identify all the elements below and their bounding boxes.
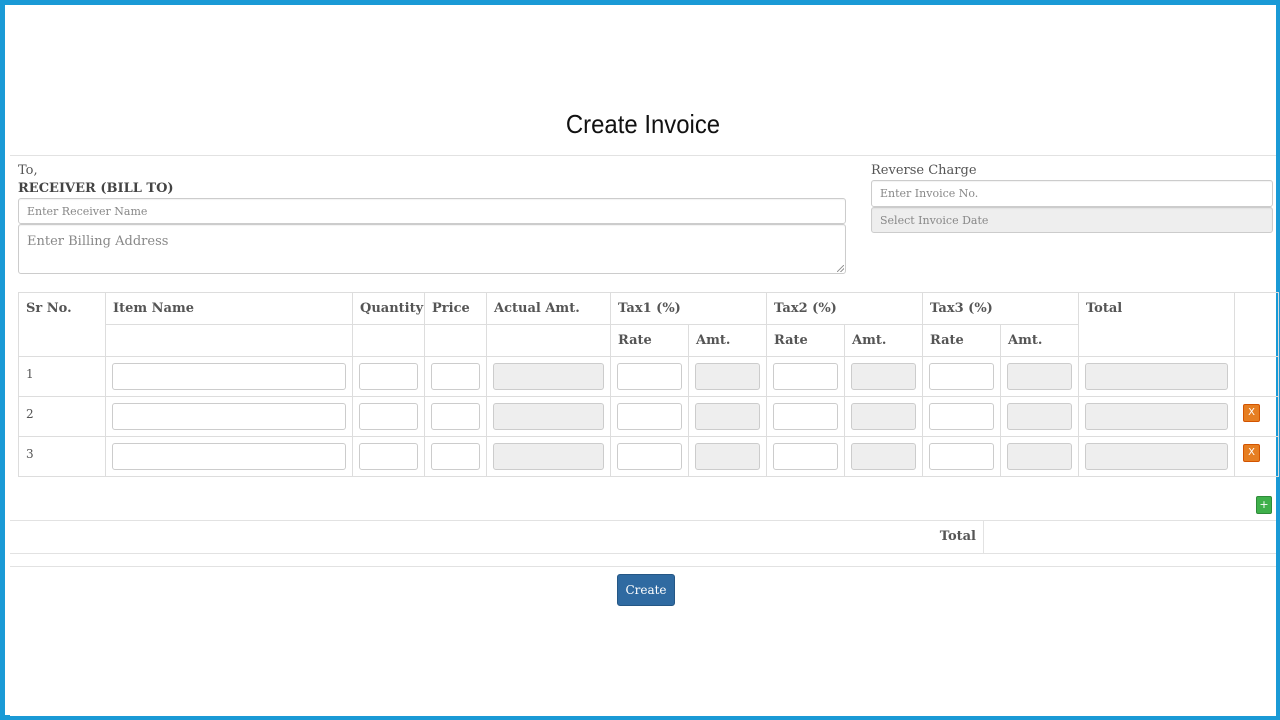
tax2-rate-input[interactable]: [773, 363, 838, 390]
row-sr-no: 3: [18, 436, 106, 477]
tax3-rate-input[interactable]: [929, 443, 994, 470]
receiver-name-input[interactable]: Enter Receiver Name: [18, 198, 846, 224]
delete-row-button[interactable]: X: [1243, 444, 1260, 462]
header-blank: [352, 324, 425, 357]
actual-amt-field: [493, 403, 604, 430]
page-title: Create Invoice: [565, 109, 721, 139]
resize-handle-icon[interactable]: [837, 265, 844, 272]
tax3-amt-field: [1007, 443, 1072, 470]
actual-amt-field: [493, 443, 604, 470]
price-input[interactable]: [431, 363, 480, 390]
quantity-input[interactable]: [359, 403, 418, 430]
table-row: 2 X: [18, 396, 1279, 437]
grand-total-label: Total: [939, 529, 976, 544]
header-tax1-rate: Rate: [610, 324, 689, 357]
item-name-input[interactable]: [112, 363, 346, 390]
billing-address-placeholder: Enter Billing Address: [27, 234, 169, 249]
tax1-rate-input[interactable]: [617, 443, 682, 470]
bill-to-label: RECEIVER (BILL TO): [18, 181, 174, 196]
header-blank: [424, 324, 487, 357]
tax1-amt-field: [695, 403, 760, 430]
header-tax1: Tax1 (%): [610, 292, 767, 325]
invoice-items-table: Sr No. Item Name Quantity Price Actual A…: [18, 292, 1279, 477]
tax1-rate-input[interactable]: [617, 363, 682, 390]
price-input[interactable]: [431, 403, 480, 430]
tax2-rate-input[interactable]: [773, 403, 838, 430]
header-tax2-rate: Rate: [766, 324, 845, 357]
header-tax1-amt: Amt.: [688, 324, 767, 357]
tax3-amt-field: [1007, 403, 1072, 430]
actual-amt-field: [493, 363, 604, 390]
row-total-field: [1085, 403, 1228, 430]
header-blank: [486, 324, 611, 357]
header-total: Total: [1078, 292, 1235, 357]
row-total-field: [1085, 363, 1228, 390]
billing-address-textarea[interactable]: Enter Billing Address: [18, 224, 846, 274]
row-actions: X: [1234, 396, 1279, 437]
header-item-name: Item Name: [105, 292, 353, 325]
tax3-rate-input[interactable]: [929, 363, 994, 390]
tax2-amt-field: [851, 443, 916, 470]
header-tax3-amt: Amt.: [1000, 324, 1079, 357]
item-name-input[interactable]: [112, 443, 346, 470]
quantity-input[interactable]: [359, 363, 418, 390]
footer-divider: [10, 566, 1276, 567]
grand-total-row: Total: [10, 520, 1276, 554]
header-price: Price: [424, 292, 487, 325]
header-quantity: Quantity: [352, 292, 425, 325]
total-divider: [983, 521, 984, 553]
tax1-amt-field: [695, 363, 760, 390]
invoice-number-input[interactable]: Enter Invoice No.: [871, 180, 1273, 207]
header-blank: [105, 324, 353, 357]
price-input[interactable]: [431, 443, 480, 470]
row-total-field: [1085, 443, 1228, 470]
header-sr-no: Sr No.: [18, 292, 106, 357]
tax2-rate-input[interactable]: [773, 443, 838, 470]
create-button[interactable]: Create: [617, 574, 675, 606]
header-tax3-rate: Rate: [922, 324, 1001, 357]
table-row: 1: [18, 356, 1279, 397]
invoice-date-input[interactable]: Select Invoice Date: [871, 207, 1273, 233]
tax1-rate-input[interactable]: [617, 403, 682, 430]
quantity-input[interactable]: [359, 443, 418, 470]
header-actions: [1234, 292, 1279, 357]
row-sr-no: 2: [18, 396, 106, 437]
header-tax2-amt: Amt.: [844, 324, 923, 357]
tax2-amt-field: [851, 363, 916, 390]
tax3-rate-input[interactable]: [929, 403, 994, 430]
table-row: 3 X: [18, 436, 1279, 477]
to-label: To,: [18, 163, 38, 178]
row-actions: X: [1234, 436, 1279, 477]
header-tax2: Tax2 (%): [766, 292, 923, 325]
invoice-form-page: Create Invoice To, RECEIVER (BILL TO) En…: [10, 5, 1279, 716]
tax1-amt-field: [695, 443, 760, 470]
reverse-charge-label: Reverse Charge: [871, 163, 977, 178]
item-name-input[interactable]: [112, 403, 346, 430]
header-tax3: Tax3 (%): [922, 292, 1079, 325]
row-sr-no: 1: [18, 356, 106, 397]
delete-row-button[interactable]: X: [1243, 404, 1260, 422]
header-actual-amt: Actual Amt.: [486, 292, 611, 325]
tax3-amt-field: [1007, 363, 1072, 390]
title-divider: [10, 155, 1276, 156]
add-row-button[interactable]: +: [1256, 496, 1272, 514]
tax2-amt-field: [851, 403, 916, 430]
row-actions: [1234, 356, 1279, 397]
